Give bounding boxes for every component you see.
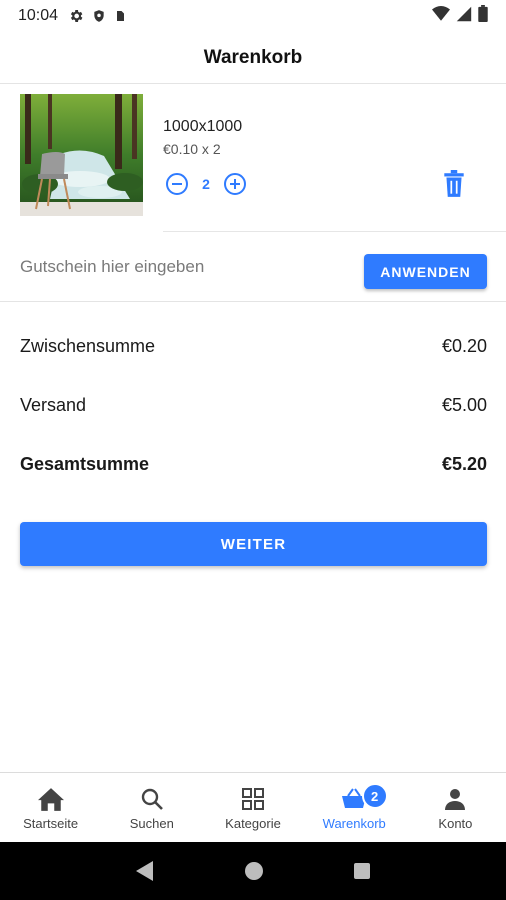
shield-icon xyxy=(92,8,106,24)
subtotal-row: Zwischensumme €0.20 xyxy=(20,336,487,357)
quantity-value: 2 xyxy=(202,176,210,192)
back-icon[interactable] xyxy=(135,860,155,882)
trash-icon xyxy=(444,170,464,197)
increase-quantity-button[interactable] xyxy=(223,172,247,196)
battery-icon xyxy=(478,5,488,27)
product-thumbnail[interactable] xyxy=(20,94,143,216)
nav-item-category[interactable]: Kategorie xyxy=(202,773,303,842)
nav-item-search[interactable]: Suchen xyxy=(101,773,202,842)
home-circle-icon[interactable] xyxy=(244,861,264,881)
nav-item-account[interactable]: Konto xyxy=(405,773,506,842)
system-navigation-bar xyxy=(0,842,506,900)
subtotal-label: Zwischensumme xyxy=(20,336,156,356)
subtotal-value: €0.20 xyxy=(441,336,487,356)
shipping-label: Versand xyxy=(20,395,87,415)
cart-badge: 2 xyxy=(361,783,388,809)
quantity-stepper: 2 xyxy=(165,172,247,196)
nav-item-home[interactable]: Startseite xyxy=(0,773,101,842)
shipping-value: €5.00 xyxy=(441,395,487,415)
search-icon xyxy=(138,785,166,813)
app-bar: Warenkorb xyxy=(0,32,506,84)
shipping-row: Versand €5.00 xyxy=(20,395,487,416)
product-price-line: €0.10 x 2 xyxy=(163,141,221,157)
wifi-icon xyxy=(432,5,450,27)
nav-label-search: Suchen xyxy=(129,816,174,831)
section-divider xyxy=(0,301,506,302)
plus-circle-icon xyxy=(224,173,246,195)
total-value: €5.20 xyxy=(441,454,487,474)
settings-gear-icon xyxy=(68,8,84,24)
nav-item-cart[interactable]: 2 Warenkorb xyxy=(304,773,405,842)
apply-coupon-button[interactable]: ANWENDEN xyxy=(364,254,487,289)
product-name[interactable]: 1000x1000 xyxy=(163,118,242,136)
nav-label-home: Startseite xyxy=(23,816,79,831)
delete-item-button[interactable] xyxy=(441,170,467,198)
bottom-navigation: Startseite Suchen Kategorie 2 Warenkorb … xyxy=(0,772,506,842)
decrease-quantity-button[interactable] xyxy=(165,172,189,196)
status-bar: 10:04 xyxy=(0,0,506,32)
nav-label-account: Konto xyxy=(438,816,473,831)
nav-label-cart: Warenkorb xyxy=(322,816,386,831)
coupon-input[interactable] xyxy=(20,252,340,282)
recents-square-icon[interactable] xyxy=(353,862,371,880)
minus-circle-icon xyxy=(166,173,188,195)
total-row: Gesamtsumme €5.20 xyxy=(20,454,487,475)
item-divider xyxy=(163,231,506,232)
sd-card-icon xyxy=(114,8,126,24)
continue-button[interactable]: WEITER xyxy=(20,522,487,566)
nav-label-category: Kategorie xyxy=(225,816,281,831)
page-title: Warenkorb xyxy=(203,46,303,68)
status-time: 10:04 xyxy=(18,7,59,24)
cell-signal-icon xyxy=(456,6,472,27)
grid-icon xyxy=(239,785,267,813)
person-icon xyxy=(441,785,469,813)
total-label: Gesamtsumme xyxy=(20,454,150,474)
home-icon xyxy=(37,785,65,813)
